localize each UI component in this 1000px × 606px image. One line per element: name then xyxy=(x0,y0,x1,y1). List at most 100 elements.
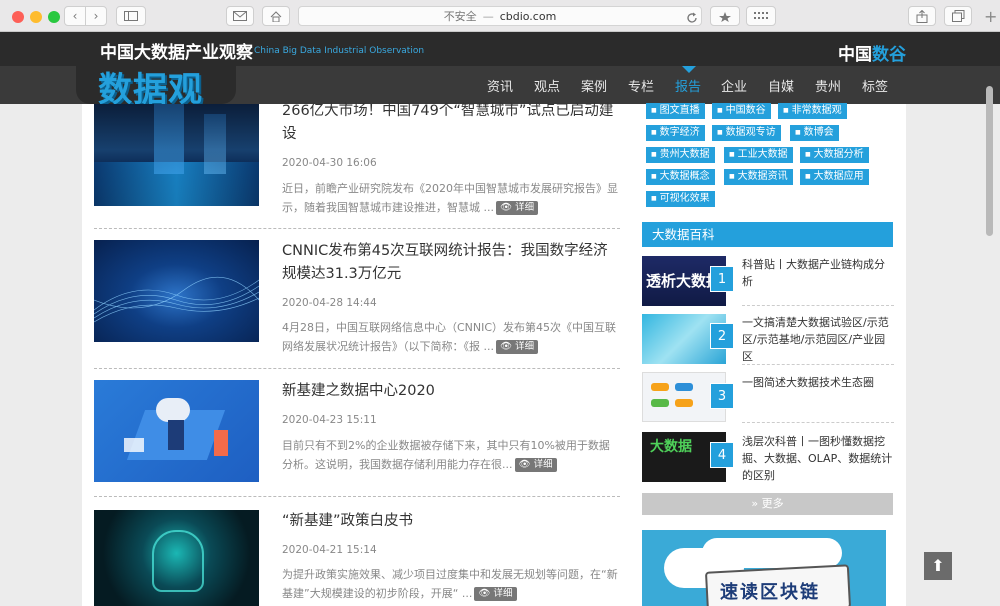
wiki-rank-badge: 4 xyxy=(710,442,734,468)
tag-link[interactable]: 图文直播 xyxy=(646,103,705,119)
article-desc-text: 为提升政策实施效果、减少项目过度集中和发展无规划等问题，在“新基建”大规模建设的… xyxy=(282,568,618,600)
article-thumb[interactable] xyxy=(94,380,259,482)
nav-item[interactable]: 专栏 xyxy=(628,76,654,95)
back-button[interactable]: ‹ xyxy=(64,6,86,26)
wiki-divider xyxy=(742,305,894,306)
article-desc: 目前只有不到2%的企业数据被存储下来，其中只有10%被用于数据分析。这说明，我国… xyxy=(282,436,618,474)
share-button[interactable] xyxy=(908,6,936,26)
detail-link[interactable]: 👁 详细 xyxy=(514,458,557,472)
address-bar[interactable]: 不安全 — cbdio.com xyxy=(298,6,702,26)
article-thumb[interactable] xyxy=(94,104,259,206)
zoom-window-button[interactable] xyxy=(48,11,60,23)
url-separator: — xyxy=(482,9,494,23)
browser-toolbar: ‹ › 不安全 — cbdio.com + xyxy=(0,0,1000,32)
wiki-rank-badge: 3 xyxy=(710,383,734,409)
article-desc-text: 目前只有不到2%的企业数据被存储下来，其中只有10%被用于数据分析。这说明，我国… xyxy=(282,439,610,471)
detail-label: 详细 xyxy=(493,588,513,599)
mail-icon xyxy=(233,11,247,21)
eye-icon: 👁 xyxy=(478,588,491,599)
security-label: 不安全 xyxy=(443,10,477,23)
eye-icon: 👁 xyxy=(500,202,513,213)
article-date: 2020-04-23 15:11 xyxy=(282,414,377,426)
sidebar-toggle-button[interactable] xyxy=(116,6,146,26)
article-desc-text: 4月28日，中国互联网络信息中心（CNNIC）发布第45次《中国互联网络发展状况… xyxy=(282,321,617,353)
nav-item[interactable]: 企业 xyxy=(721,76,747,95)
arrow-up-icon: ⬆ xyxy=(931,556,945,575)
brand-link[interactable]: 中国数谷 xyxy=(838,40,906,65)
wiki-thumb-label: 大数据 xyxy=(650,439,692,455)
tag-link[interactable]: 中国数谷 xyxy=(712,103,771,119)
nav-item[interactable]: 资讯 xyxy=(487,76,513,95)
brand-part1: 中国 xyxy=(838,45,872,65)
detail-link[interactable]: 👁 详细 xyxy=(496,201,539,215)
tag-link[interactable]: 贵州大数据 xyxy=(646,147,715,163)
reload-icon[interactable] xyxy=(686,9,698,28)
blockchain-ad-banner[interactable]: 速读区块链 xyxy=(642,530,886,606)
wiki-item-link[interactable]: 浅层次科普丨一图秒懂数据挖掘、大数据、OLAP、数据统计的区别 xyxy=(742,433,894,484)
nav-item[interactable]: 贵州 xyxy=(815,76,841,95)
wiki-divider xyxy=(742,364,894,365)
article-divider xyxy=(94,368,620,369)
article-title[interactable]: 266亿大市场！中国749个“智慧城市”试点已启动建设 xyxy=(282,100,618,146)
tag-link[interactable]: 数据观专访 xyxy=(712,125,781,141)
detail-label: 详细 xyxy=(533,459,553,470)
grid-icon xyxy=(754,12,768,19)
url-text: cbdio.com xyxy=(499,9,557,23)
back-to-top-button[interactable]: ⬆ xyxy=(924,552,952,580)
wiki-rank-badge: 2 xyxy=(710,323,734,349)
nav-item[interactable]: 报告 xyxy=(675,76,701,95)
article-desc-text: 近日，前瞻产业研究院发布《2020年中国智慧城市发展研究报告》显示，随着我国智慧… xyxy=(282,182,618,214)
wiki-item-link[interactable]: 一文搞清楚大数据试验区/示范区/示范基地/示范园区/产业园区 xyxy=(742,314,894,365)
star-icon xyxy=(719,11,731,22)
brand-part2: 数谷 xyxy=(872,45,906,65)
chevron-right-icon: › xyxy=(93,9,99,23)
tag-link[interactable]: 非常数据观 xyxy=(778,103,847,119)
wiki-more-button[interactable]: » 更多 xyxy=(642,493,893,515)
home-icon xyxy=(270,10,282,22)
eye-icon: 👁 xyxy=(518,459,531,470)
article-desc: 为提升政策实施效果、减少项目过度集中和发展无规划等问题，在“新基建”大规模建设的… xyxy=(282,565,618,603)
article-title[interactable]: 新基建之数据中心2020 xyxy=(282,380,618,403)
bookmark-button[interactable] xyxy=(710,6,740,26)
article-date: 2020-04-28 14:44 xyxy=(282,297,377,309)
article-date: 2020-04-21 15:14 xyxy=(282,544,377,556)
nav-item[interactable]: 标签 xyxy=(862,76,888,95)
wiki-divider xyxy=(742,422,894,423)
tag-link[interactable]: 大数据资讯 xyxy=(724,169,793,185)
detail-label: 详细 xyxy=(515,341,535,352)
tabs-overview-button[interactable] xyxy=(944,6,972,26)
nav-item[interactable]: 自媒 xyxy=(768,76,794,95)
scrollbar-thumb[interactable] xyxy=(986,86,993,236)
article-thumb[interactable] xyxy=(94,240,259,342)
tag-link[interactable]: 数博会 xyxy=(790,125,839,141)
detail-link[interactable]: 👁 详细 xyxy=(474,587,517,601)
wiki-rank-badge: 1 xyxy=(710,266,734,292)
detail-label: 详细 xyxy=(515,202,535,213)
forward-button[interactable]: › xyxy=(85,6,107,26)
minimize-window-button[interactable] xyxy=(30,11,42,23)
wiki-item-link[interactable]: 科普贴丨大数据产业链构成分析 xyxy=(742,256,894,290)
new-tab-button[interactable]: + xyxy=(984,7,997,26)
article-desc: 4月28日，中国互联网络信息中心（CNNIC）发布第45次《中国互联网络发展状况… xyxy=(282,318,618,356)
apps-button[interactable] xyxy=(746,6,776,26)
close-window-button[interactable] xyxy=(12,11,24,23)
nav-item[interactable]: 案例 xyxy=(581,76,607,95)
tag-link[interactable]: 可视化效果 xyxy=(646,191,715,207)
article-title[interactable]: “新基建”政策白皮书 xyxy=(282,510,618,533)
nav-item[interactable]: 观点 xyxy=(534,76,560,95)
detail-link[interactable]: 👁 详细 xyxy=(496,340,539,354)
tag-link[interactable]: 大数据应用 xyxy=(800,169,869,185)
mail-button[interactable] xyxy=(226,6,254,26)
article-divider xyxy=(94,228,620,229)
chevron-left-icon: ‹ xyxy=(72,9,78,23)
article-thumb[interactable] xyxy=(94,510,259,606)
tag-link[interactable]: 工业大数据 xyxy=(724,147,793,163)
wiki-item-link[interactable]: 一图简述大数据技术生态圈 xyxy=(742,374,894,391)
article-divider xyxy=(94,496,620,497)
tag-link[interactable]: 大数据概念 xyxy=(646,169,715,185)
home-button[interactable] xyxy=(262,6,290,26)
tag-link[interactable]: 大数据分析 xyxy=(800,147,869,163)
article-title[interactable]: CNNIC发布第45次互联网统计报告：我国数字经济规模达31.3万亿元 xyxy=(282,240,618,286)
tag-link[interactable]: 数字经济 xyxy=(646,125,705,141)
eye-icon: 👁 xyxy=(500,341,513,352)
